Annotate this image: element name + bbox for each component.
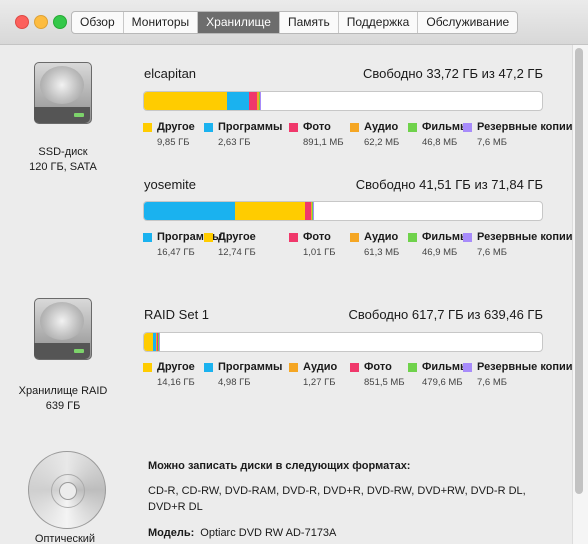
legend-value: 1,01 ГБ (303, 247, 336, 258)
legend-swatch (350, 123, 359, 132)
disk-label-line1: SSD-диск (38, 146, 88, 158)
legend-swatch (143, 363, 152, 372)
tab-storage[interactable]: Хранилище (198, 12, 280, 33)
legend-value: 479,6 МБ (422, 377, 463, 388)
legend-swatch (463, 233, 472, 242)
legend-value: 46,9 МБ (422, 247, 458, 258)
legend-label: Другое (157, 361, 195, 373)
disk-label-optical: Оптический (34, 533, 96, 544)
legend-value: 7,6 МБ (477, 247, 507, 258)
disk-label-ssd: SSD-диск 120 ГБ, SATA (8, 145, 118, 175)
legend-swatch (463, 363, 472, 372)
volume-name: yosemite (144, 177, 197, 192)
volume-name: RAID Set 1 (144, 307, 210, 322)
model-label: Модель: (148, 527, 195, 539)
storage-segment (159, 333, 160, 351)
legend-swatch (204, 363, 213, 372)
legend-value: 7,6 МБ (477, 137, 507, 148)
storage-bar (143, 332, 543, 352)
legend-label: Программы (218, 361, 283, 373)
disk-label-line1: Хранилище RAID (18, 385, 108, 397)
zoom-button[interactable] (53, 15, 67, 29)
legend-value: 4,98 ГБ (218, 377, 251, 388)
legend-swatch (143, 233, 152, 242)
legend-value: 9,85 ГБ (157, 137, 190, 148)
model-line: Модель: Optiarc DVD RW AD-7173A (148, 527, 336, 539)
minimize-button[interactable] (34, 15, 48, 29)
storage-segment (260, 92, 261, 110)
legend-value: 891,1 МБ (303, 137, 344, 148)
volume-free-space: Свободно 617,7 ГБ из 639,46 ГБ (348, 307, 543, 322)
tab-bar: Обзор Мониторы Хранилище Память Поддержк… (71, 11, 519, 34)
storage-bar (143, 91, 543, 111)
legend-label: Фото (303, 231, 331, 243)
legend-swatch (204, 123, 213, 132)
legend-value: 12,74 ГБ (218, 247, 256, 258)
storage-segment (313, 202, 314, 220)
legend-swatch (463, 123, 472, 132)
legend-value: 61,3 МБ (364, 247, 400, 258)
legend-value: 62,2 МБ (364, 137, 400, 148)
legend-value: 2,63 ГБ (218, 137, 251, 148)
storage-segment (227, 92, 249, 110)
volume-free-space: Свободно 33,72 ГБ из 47,2 ГБ (362, 66, 543, 81)
legend-swatch (350, 233, 359, 242)
formats-title: Можно записать диски в следующих формата… (148, 460, 411, 472)
storage-segment (144, 333, 153, 351)
hard-drive-icon (34, 62, 92, 124)
legend-value: 46,8 МБ (422, 137, 458, 148)
legend-label: Аудио (364, 121, 399, 133)
legend-label: Аудио (364, 231, 399, 243)
legend-swatch (289, 233, 298, 242)
legend-value: 7,6 МБ (477, 377, 507, 388)
legend-swatch (350, 363, 359, 372)
storage-segment (235, 202, 305, 220)
legend-swatch (408, 233, 417, 242)
legend-label: Другое (218, 231, 256, 243)
disk-label-raid: Хранилище RAID 639 ГБ (8, 384, 118, 414)
legend-label: Резервные копии (477, 231, 573, 243)
legend-label: Резервные копии (477, 361, 573, 373)
legend-value: 851,5 МБ (364, 377, 405, 388)
tab-memory[interactable]: Память (280, 12, 339, 33)
legend-label: Фото (303, 121, 331, 133)
legend-value: 1,27 ГБ (303, 377, 336, 388)
tab-overview[interactable]: Обзор (72, 12, 124, 33)
hard-drive-icon (34, 298, 92, 360)
legend-label: Аудио (303, 361, 338, 373)
tab-service[interactable]: Обслуживание (418, 12, 517, 33)
title-bar: Обзор Мониторы Хранилище Память Поддержк… (0, 0, 588, 45)
storage-segment (249, 92, 257, 110)
legend-swatch (289, 363, 298, 372)
optical-disc-icon (28, 451, 106, 529)
storage-window: Обзор Мониторы Хранилище Память Поддержк… (0, 0, 588, 544)
legend-swatch (204, 233, 213, 242)
legend-label: Программы (218, 121, 283, 133)
legend-swatch (289, 123, 298, 132)
legend-swatch (408, 363, 417, 372)
legend-swatch (143, 123, 152, 132)
legend-swatch (408, 123, 417, 132)
model-value: Optiarc DVD RW AD-7173A (200, 527, 337, 539)
legend-value: 16,47 ГБ (157, 247, 195, 258)
storage-segment (144, 202, 235, 220)
close-button[interactable] (15, 15, 29, 29)
tab-displays[interactable]: Мониторы (124, 12, 199, 33)
formats-list: CD-R, CD-RW, DVD-RAM, DVD-R, DVD+R, DVD-… (148, 485, 526, 513)
volume-free-space: Свободно 41,51 ГБ из 71,84 ГБ (355, 177, 543, 192)
legend-label: Фото (364, 361, 392, 373)
volume-name: elcapitan (144, 66, 197, 81)
legend-label: Резервные копии (477, 121, 573, 133)
scrollbar-thumb[interactable] (575, 48, 583, 494)
storage-bar (143, 201, 543, 221)
storage-segment (144, 92, 227, 110)
legend-label: Другое (157, 121, 195, 133)
disk-label-line2: 120 ГБ, SATA (29, 161, 97, 173)
legend-value: 14,16 ГБ (157, 377, 195, 388)
tab-support[interactable]: Поддержка (339, 12, 419, 33)
disk-label-line2: 639 ГБ (45, 400, 81, 412)
